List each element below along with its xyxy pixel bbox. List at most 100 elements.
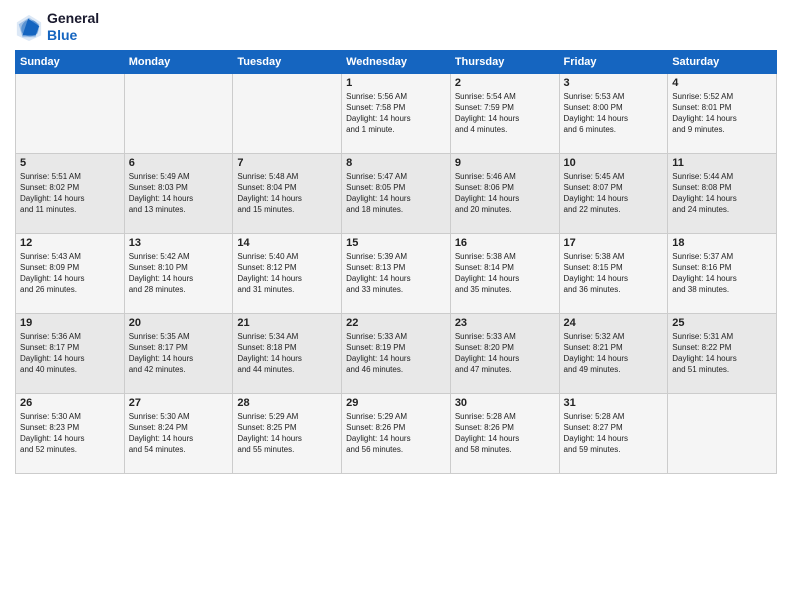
calendar-cell: 31 Sunrise: 5:28 AM Sunset: 8:27 PM Dayli… (559, 393, 668, 473)
cell-content: Sunrise: 5:43 AM Sunset: 8:09 PM Dayligh… (20, 251, 120, 296)
day-number: 28 (237, 397, 337, 409)
day-number: 30 (455, 397, 555, 409)
calendar-cell: 11 Sunrise: 5:44 AM Sunset: 8:08 PM Dayli… (668, 153, 777, 233)
cell-content: Sunrise: 5:44 AM Sunset: 8:08 PM Dayligh… (672, 171, 772, 216)
cell-content: Sunrise: 5:33 AM Sunset: 8:19 PM Dayligh… (346, 331, 446, 376)
calendar-header-row: SundayMondayTuesdayWednesdayThursdayFrid… (16, 50, 777, 73)
cell-content: Sunrise: 5:30 AM Sunset: 8:23 PM Dayligh… (20, 411, 120, 456)
day-number: 3 (564, 77, 664, 89)
calendar-cell: 6 Sunrise: 5:49 AM Sunset: 8:03 PM Daylig… (124, 153, 233, 233)
logo-icon (15, 13, 43, 41)
weekday-header-tuesday: Tuesday (233, 50, 342, 73)
cell-content: Sunrise: 5:48 AM Sunset: 8:04 PM Dayligh… (237, 171, 337, 216)
day-number: 7 (237, 157, 337, 169)
day-number: 12 (20, 237, 120, 249)
cell-content: Sunrise: 5:31 AM Sunset: 8:22 PM Dayligh… (672, 331, 772, 376)
calendar-cell (16, 73, 125, 153)
calendar-cell: 21 Sunrise: 5:34 AM Sunset: 8:18 PM Dayli… (233, 313, 342, 393)
weekday-header-saturday: Saturday (668, 50, 777, 73)
calendar-week-row: 5 Sunrise: 5:51 AM Sunset: 8:02 PM Daylig… (16, 153, 777, 233)
cell-content: Sunrise: 5:39 AM Sunset: 8:13 PM Dayligh… (346, 251, 446, 296)
day-number: 22 (346, 317, 446, 329)
logo: General Blue (15, 10, 99, 44)
day-number: 16 (455, 237, 555, 249)
day-number: 21 (237, 317, 337, 329)
calendar-week-row: 12 Sunrise: 5:43 AM Sunset: 8:09 PM Dayli… (16, 233, 777, 313)
cell-content: Sunrise: 5:36 AM Sunset: 8:17 PM Dayligh… (20, 331, 120, 376)
cell-content: Sunrise: 5:38 AM Sunset: 8:15 PM Dayligh… (564, 251, 664, 296)
calendar-cell (233, 73, 342, 153)
day-number: 10 (564, 157, 664, 169)
day-number: 20 (129, 317, 229, 329)
cell-content: Sunrise: 5:28 AM Sunset: 8:26 PM Dayligh… (455, 411, 555, 456)
calendar-cell: 27 Sunrise: 5:30 AM Sunset: 8:24 PM Dayli… (124, 393, 233, 473)
cell-content: Sunrise: 5:47 AM Sunset: 8:05 PM Dayligh… (346, 171, 446, 216)
weekday-header-monday: Monday (124, 50, 233, 73)
cell-content: Sunrise: 5:35 AM Sunset: 8:17 PM Dayligh… (129, 331, 229, 376)
calendar-table: SundayMondayTuesdayWednesdayThursdayFrid… (15, 50, 777, 474)
day-number: 1 (346, 77, 446, 89)
day-number: 2 (455, 77, 555, 89)
day-number: 11 (672, 157, 772, 169)
calendar-cell: 22 Sunrise: 5:33 AM Sunset: 8:19 PM Dayli… (342, 313, 451, 393)
logo-text: General Blue (47, 10, 99, 44)
day-number: 15 (346, 237, 446, 249)
cell-content: Sunrise: 5:34 AM Sunset: 8:18 PM Dayligh… (237, 331, 337, 376)
cell-content: Sunrise: 5:49 AM Sunset: 8:03 PM Dayligh… (129, 171, 229, 216)
cell-content: Sunrise: 5:38 AM Sunset: 8:14 PM Dayligh… (455, 251, 555, 296)
calendar-cell: 5 Sunrise: 5:51 AM Sunset: 8:02 PM Daylig… (16, 153, 125, 233)
calendar-week-row: 19 Sunrise: 5:36 AM Sunset: 8:17 PM Dayli… (16, 313, 777, 393)
calendar-cell: 1 Sunrise: 5:56 AM Sunset: 7:58 PM Daylig… (342, 73, 451, 153)
page-container: General Blue SundayMondayTuesdayWednesda… (0, 0, 792, 484)
calendar-cell: 2 Sunrise: 5:54 AM Sunset: 7:59 PM Daylig… (450, 73, 559, 153)
day-number: 19 (20, 317, 120, 329)
calendar-cell: 4 Sunrise: 5:52 AM Sunset: 8:01 PM Daylig… (668, 73, 777, 153)
day-number: 29 (346, 397, 446, 409)
day-number: 17 (564, 237, 664, 249)
calendar-cell: 8Sunrise: 5:47 AM Sunset: 8:05 PM Daylig… (342, 153, 451, 233)
calendar-cell (124, 73, 233, 153)
cell-content: Sunrise: 5:29 AM Sunset: 8:26 PM Dayligh… (346, 411, 446, 456)
calendar-cell: 25Sunrise: 5:31 AM Sunset: 8:22 PM Dayli… (668, 313, 777, 393)
cell-content: Sunrise: 5:53 AM Sunset: 8:00 PM Dayligh… (564, 91, 664, 136)
calendar-cell (668, 393, 777, 473)
calendar-cell: 16 Sunrise: 5:38 AM Sunset: 8:14 PM Dayli… (450, 233, 559, 313)
calendar-cell: 30 Sunrise: 5:28 AM Sunset: 8:26 PM Dayli… (450, 393, 559, 473)
cell-content: Sunrise: 5:28 AM Sunset: 8:27 PM Dayligh… (564, 411, 664, 456)
day-number: 4 (672, 77, 772, 89)
day-number: 26 (20, 397, 120, 409)
cell-content: Sunrise: 5:29 AM Sunset: 8:25 PM Dayligh… (237, 411, 337, 456)
calendar-cell: 17 Sunrise: 5:38 AM Sunset: 8:15 PM Dayli… (559, 233, 668, 313)
cell-content: Sunrise: 5:54 AM Sunset: 7:59 PM Dayligh… (455, 91, 555, 136)
day-number: 23 (455, 317, 555, 329)
cell-content: Sunrise: 5:37 AM Sunset: 8:16 PM Dayligh… (672, 251, 772, 296)
day-number: 13 (129, 237, 229, 249)
day-number: 6 (129, 157, 229, 169)
day-number: 9 (455, 157, 555, 169)
cell-content: Sunrise: 5:40 AM Sunset: 8:12 PM Dayligh… (237, 251, 337, 296)
cell-content: Sunrise: 5:56 AM Sunset: 7:58 PM Dayligh… (346, 91, 446, 136)
calendar-cell: 20 Sunrise: 5:35 AM Sunset: 8:17 PM Dayli… (124, 313, 233, 393)
day-number: 31 (564, 397, 664, 409)
calendar-cell: 26 Sunrise: 5:30 AM Sunset: 8:23 PM Dayli… (16, 393, 125, 473)
calendar-cell: 14Sunrise: 5:40 AM Sunset: 8:12 PM Dayli… (233, 233, 342, 313)
calendar-cell: 15 Sunrise: 5:39 AM Sunset: 8:13 PM Dayli… (342, 233, 451, 313)
weekday-header-friday: Friday (559, 50, 668, 73)
cell-content: Sunrise: 5:33 AM Sunset: 8:20 PM Dayligh… (455, 331, 555, 376)
calendar-body: 1 Sunrise: 5:56 AM Sunset: 7:58 PM Daylig… (16, 73, 777, 473)
cell-content: Sunrise: 5:51 AM Sunset: 8:02 PM Dayligh… (20, 171, 120, 216)
calendar-cell: 19 Sunrise: 5:36 AM Sunset: 8:17 PM Dayli… (16, 313, 125, 393)
calendar-cell: 7 Sunrise: 5:48 AM Sunset: 8:04 PM Daylig… (233, 153, 342, 233)
cell-content: Sunrise: 5:52 AM Sunset: 8:01 PM Dayligh… (672, 91, 772, 136)
weekday-header-wednesday: Wednesday (342, 50, 451, 73)
calendar-cell: 28 Sunrise: 5:29 AM Sunset: 8:25 PM Dayli… (233, 393, 342, 473)
calendar-cell: 13Sunrise: 5:42 AM Sunset: 8:10 PM Dayli… (124, 233, 233, 313)
calendar-week-row: 26 Sunrise: 5:30 AM Sunset: 8:23 PM Dayli… (16, 393, 777, 473)
day-number: 5 (20, 157, 120, 169)
calendar-cell: 3 Sunrise: 5:53 AM Sunset: 8:00 PM Daylig… (559, 73, 668, 153)
day-number: 27 (129, 397, 229, 409)
cell-content: Sunrise: 5:30 AM Sunset: 8:24 PM Dayligh… (129, 411, 229, 456)
day-number: 18 (672, 237, 772, 249)
calendar-cell: 18 Sunrise: 5:37 AM Sunset: 8:16 PM Dayli… (668, 233, 777, 313)
calendar-cell: 24Sunrise: 5:32 AM Sunset: 8:21 PM Dayli… (559, 313, 668, 393)
